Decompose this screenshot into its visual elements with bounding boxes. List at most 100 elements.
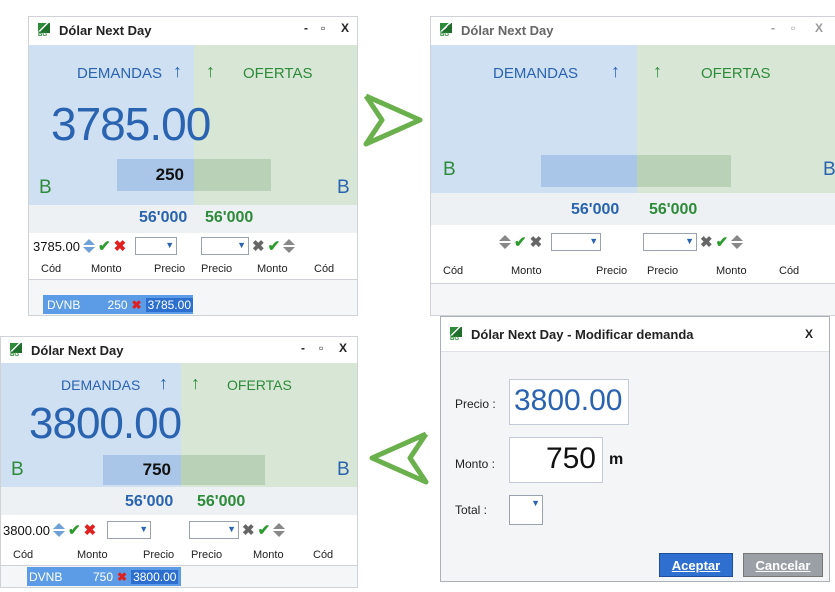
monto-label: Monto : — [455, 457, 496, 471]
window-title: Dólar Next Day — [461, 22, 554, 38]
col-precio-demand: Precio — [143, 549, 175, 561]
order-symbol: DVNB — [47, 297, 81, 312]
trading-window-1: Dólar Next Day - ▫ X DEMANDAS ↑ ↑ OFERTA… — [28, 16, 358, 316]
minimize-button[interactable]: - — [301, 341, 305, 355]
precio-value: 3800.00 — [514, 384, 623, 417]
demand-total: 56'000 — [139, 209, 188, 226]
order-price-input[interactable]: 3785.00 — [33, 239, 80, 254]
cancel-x-icon[interactable]: ✖ — [84, 521, 97, 539]
monto-input[interactable]: 750 — [509, 437, 603, 483]
minimize-button[interactable]: - — [304, 21, 308, 35]
confirm-check-icon[interactable]: ✔ — [98, 237, 111, 255]
col-cod-demand: Cód — [41, 263, 62, 275]
demand-total: 56'000 — [125, 493, 174, 510]
window-title: Dólar Next Day — [31, 342, 124, 358]
bcb-logo-icon — [439, 22, 455, 38]
close-button[interactable]: X — [341, 21, 349, 35]
minimize-button[interactable]: - — [771, 21, 775, 35]
col-monto-offer: Monto — [257, 263, 288, 275]
close-button[interactable]: X — [339, 341, 347, 355]
dialog-close-button[interactable]: X — [805, 327, 813, 341]
offer-order-controls: ✖ ✔ — [189, 521, 286, 539]
best-demand-price: 3785.00 — [51, 98, 211, 150]
price-stepper-icon[interactable] — [53, 523, 65, 537]
order-row[interactable]: DVNB 750 ✖ 3800.00 — [27, 567, 181, 586]
offer-up-arrow-icon: ↑ — [653, 61, 662, 81]
demand-quantity-bar: 750 — [103, 455, 181, 485]
col-cod-demand: Cód — [13, 549, 34, 561]
offer-cancel-x-icon[interactable]: ✖ — [700, 233, 713, 251]
col-cod-offer: Cód — [779, 265, 800, 277]
precio-input[interactable]: 3800.00 — [509, 379, 629, 425]
flow-arrow-right-icon — [363, 93, 423, 147]
demand-quantity-bar: 250 — [117, 159, 194, 191]
demand-quantity-dropdown[interactable] — [551, 233, 602, 251]
offer-order-controls: ✖ ✔ — [201, 237, 296, 255]
maximize-button[interactable]: ▫ — [319, 341, 323, 355]
demand-b-letter: B — [11, 459, 24, 480]
dialog-title: Dólar Next Day - Modificar demanda — [471, 326, 694, 342]
total-dropdown[interactable] — [509, 495, 543, 525]
order-precio: 3800.00 — [131, 569, 179, 584]
accept-button[interactable]: Aceptar — [659, 553, 733, 577]
offer-confirm-check-icon[interactable]: ✔ — [258, 521, 271, 539]
col-monto-offer: Monto — [253, 549, 284, 561]
flow-arrow-left-icon — [369, 431, 429, 485]
confirm-check-icon[interactable]: ✔ — [514, 233, 527, 251]
offer-quantity-dropdown[interactable] — [201, 237, 249, 255]
cancel-x-icon[interactable]: ✖ — [530, 233, 543, 251]
demand-quantity-dropdown[interactable] — [107, 521, 152, 539]
cancel-button[interactable]: Cancelar — [743, 553, 823, 577]
demand-up-arrow-icon: ↑ — [159, 373, 168, 393]
close-button[interactable]: X — [815, 21, 823, 35]
demand-order-controls: ✔ ✖ — [499, 233, 602, 251]
offer-b-letter: B — [337, 459, 350, 480]
bcb-logo-icon — [37, 22, 53, 38]
demandas-label: DEMANDAS — [61, 377, 141, 393]
col-precio-offer: Precio — [201, 263, 233, 275]
price-stepper-icon[interactable] — [499, 235, 511, 249]
maximize-button[interactable]: ▫ — [791, 21, 795, 35]
order-symbol: DVNB — [29, 569, 63, 584]
confirm-check-icon[interactable]: ✔ — [68, 521, 81, 539]
demand-total: 56'000 — [571, 201, 620, 218]
demand-order-controls: 3785.00 ✔ ✖ — [33, 237, 178, 255]
offer-quantity-shade — [194, 159, 271, 191]
demand-up-arrow-icon: ↑ — [611, 61, 620, 81]
price-stepper-icon[interactable] — [83, 239, 95, 253]
delete-order-x-icon[interactable]: ✖ — [132, 298, 142, 312]
window-title: Dólar Next Day — [59, 22, 152, 38]
offer-up-arrow-icon: ↑ — [206, 61, 215, 81]
offer-price-stepper-icon[interactable] — [273, 523, 286, 537]
offer-quantity-dropdown[interactable] — [189, 521, 239, 539]
dialog-titlebar[interactable]: Dólar Next Day - Modificar demanda — [441, 317, 829, 352]
offer-cancel-x-icon[interactable]: ✖ — [252, 237, 265, 255]
demand-quantity-dropdown[interactable] — [135, 237, 178, 255]
offer-quantity-shade — [181, 455, 265, 485]
totals-row — [29, 205, 357, 233]
offer-quantity-dropdown[interactable] — [643, 233, 697, 251]
demand-order-controls: 3800.00 ✔ ✖ — [3, 521, 152, 539]
bcb-logo-icon — [449, 326, 465, 342]
col-precio-demand: Precio — [596, 265, 628, 277]
bcb-logo-icon — [9, 342, 25, 358]
offer-confirm-check-icon[interactable]: ✔ — [268, 237, 281, 255]
maximize-button[interactable]: ▫ — [321, 21, 325, 35]
col-cod-offer: Cód — [313, 549, 334, 561]
offer-confirm-check-icon[interactable]: ✔ — [716, 233, 729, 251]
offer-price-stepper-icon[interactable] — [731, 235, 744, 249]
col-monto-demand: Monto — [511, 265, 542, 277]
col-monto-demand: Monto — [77, 549, 108, 561]
offer-total: 56'000 — [197, 493, 246, 510]
offer-price-stepper-icon[interactable] — [283, 239, 296, 253]
ofertas-label: OFERTAS — [701, 65, 771, 82]
delete-order-x-icon[interactable]: ✖ — [117, 570, 127, 584]
total-label: Total : — [455, 503, 488, 517]
offer-up-arrow-icon: ↑ — [191, 373, 200, 393]
demand-quantity-bar — [541, 155, 637, 187]
order-price-input[interactable]: 3800.00 — [3, 523, 50, 538]
order-row[interactable]: DVNB 250 ✖ 3785.00 — [43, 295, 193, 314]
modify-demand-dialog: Dólar Next Day - Modificar demanda X Pre… — [440, 316, 830, 582]
offer-cancel-x-icon[interactable]: ✖ — [242, 521, 255, 539]
cancel-x-icon[interactable]: ✖ — [114, 237, 127, 255]
